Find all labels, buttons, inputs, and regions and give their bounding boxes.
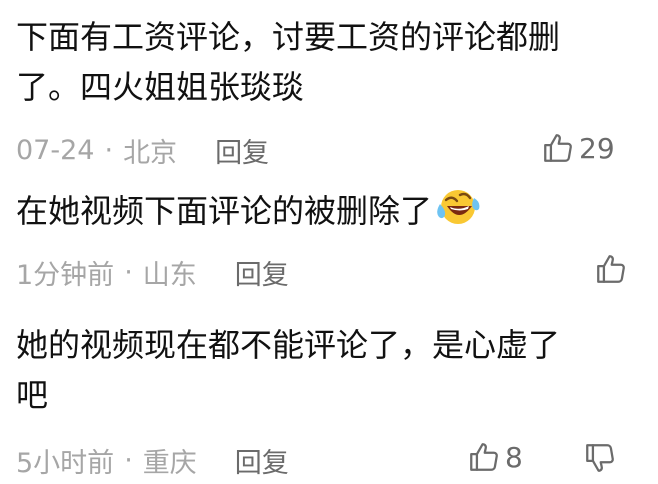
comment-text: 下面有工资评论，讨要工资的评论都删 了。四火姐姐张琰琰 (16, 12, 560, 112)
comment-text-line: 下面有工资评论，讨要工资的评论都删 (16, 18, 561, 56)
thumbs-up-icon (594, 252, 628, 286)
meta-separator: · (124, 444, 133, 476)
thumbs-up-icon (467, 440, 501, 474)
comment-text: 在她视频下面评论的被删除了 (16, 186, 480, 240)
like-count: 8 (505, 440, 523, 474)
comment-date: 07-24 (16, 134, 95, 166)
meta-separator: · (104, 134, 114, 166)
reply-button[interactable]: 回复 (235, 253, 289, 292)
reply-button[interactable]: 回复 (215, 131, 269, 170)
comment-text: 她的视频现在都不能评论了，是心虚了 吧 (16, 320, 560, 420)
thumbs-down-icon (583, 441, 617, 475)
comment-location: 山东 (142, 259, 197, 291)
comment-location: 北京 (123, 137, 178, 169)
like-count: 29 (579, 131, 615, 165)
thumbs-up-icon (541, 131, 575, 165)
comment-text-line: 在她视频下面评论的被删除了 (16, 192, 433, 230)
comment-meta: 5小时前 · 重庆 回复 (16, 441, 289, 480)
comment-item: 在她视频下面评论的被删除了 1分钟前 · 山东 回复 (0, 176, 658, 306)
dislike-button[interactable] (583, 441, 617, 475)
like-button[interactable] (594, 252, 632, 286)
comment-text-line: 她的视频现在都不能评论了，是心虚了 (16, 326, 561, 364)
comment-date: 5小时前 (16, 447, 115, 479)
comment-meta: 1分钟前 · 山东 回复 (16, 253, 289, 292)
like-button[interactable]: 29 (541, 131, 615, 165)
laughing-crying-emoji-icon (434, 186, 480, 240)
comment-meta: 07-24 · 北京 回复 (16, 131, 269, 170)
comment-location: 重庆 (142, 447, 197, 479)
reply-button[interactable]: 回复 (235, 441, 289, 480)
comment-item: 下面有工资评论，讨要工资的评论都删 了。四火姐姐张琰琰 07-24 · 北京 回… (0, 0, 658, 176)
comment-item: 她的视频现在都不能评论了，是心虚了 吧 5小时前 · 重庆 回复 8 (0, 306, 658, 484)
like-button[interactable]: 8 (467, 440, 523, 474)
meta-separator: · (124, 256, 133, 288)
comment-text-line: 了。四火姐姐张琰琰 (16, 68, 305, 106)
comment-text-line: 吧 (16, 376, 49, 414)
comment-date: 1分钟前 (16, 259, 115, 291)
clipped-divider (16, 296, 176, 302)
